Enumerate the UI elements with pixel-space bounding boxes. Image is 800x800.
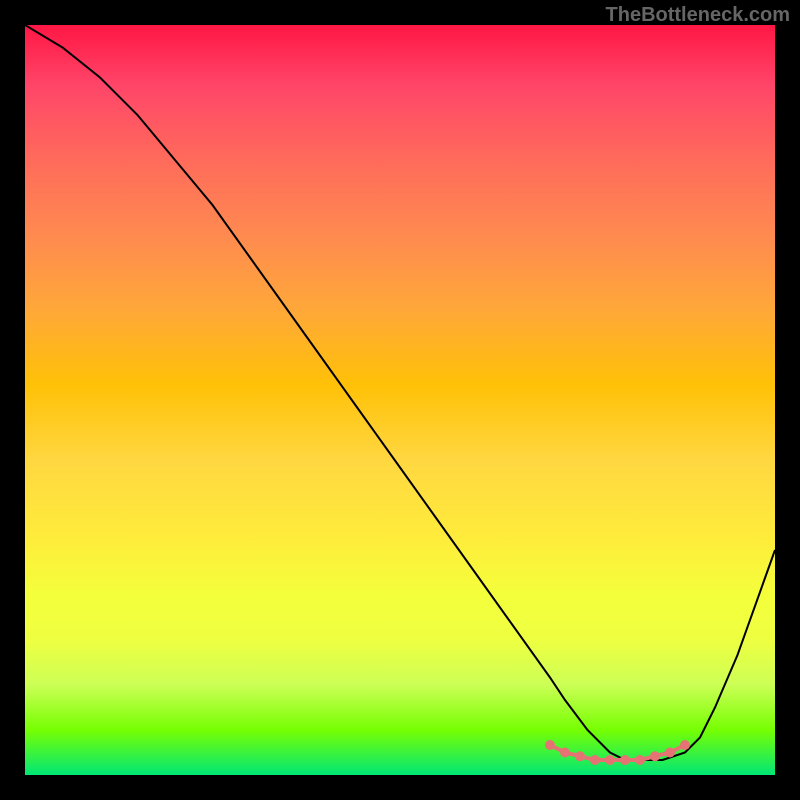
bottleneck-curve-line	[25, 25, 775, 760]
optimal-range-markers	[545, 740, 690, 765]
marker-dot	[590, 755, 600, 765]
chart-gradient-background	[25, 25, 775, 775]
marker-dot	[560, 748, 570, 758]
marker-dot	[545, 740, 555, 750]
marker-dot	[635, 755, 645, 765]
watermark-text: TheBottleneck.com	[606, 4, 790, 27]
marker-dot	[650, 751, 660, 761]
marker-connector	[550, 745, 685, 760]
marker-dot	[620, 755, 630, 765]
marker-dot	[575, 751, 585, 761]
marker-dot	[605, 755, 615, 765]
marker-dot	[680, 740, 690, 750]
chart-svg	[25, 25, 775, 775]
marker-dot	[665, 748, 675, 758]
